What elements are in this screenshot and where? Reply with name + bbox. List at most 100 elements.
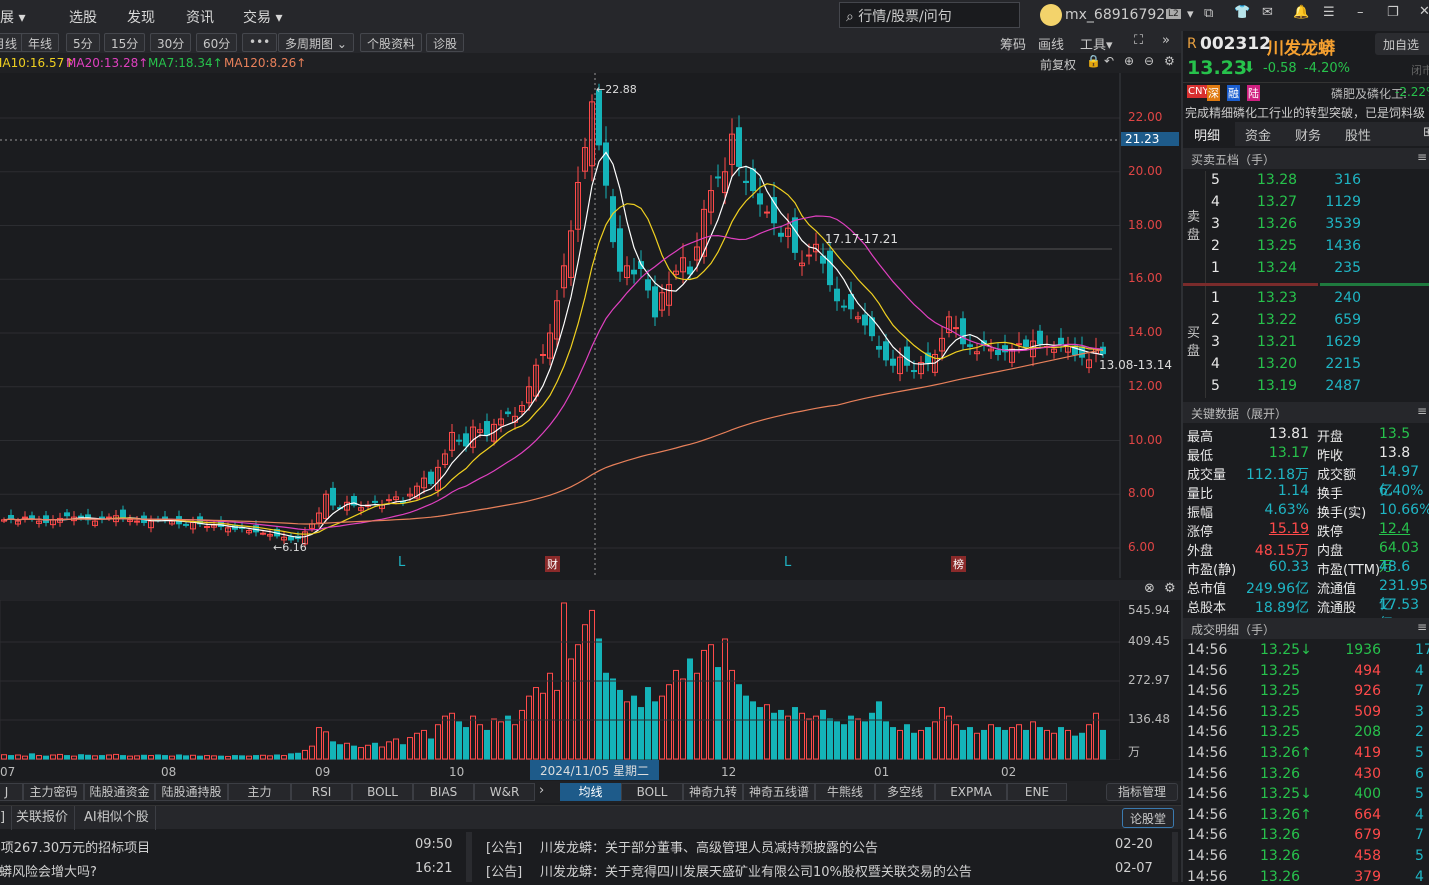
menu-extend[interactable]: 扩展 ▾ [0, 7, 25, 27]
indicator-tab[interactable]: 神奇九转 [683, 783, 743, 801]
keydata-title[interactable]: 关键数据（展开） [1191, 407, 1287, 421]
ask-price[interactable]: 13.24 [1257, 260, 1297, 276]
adjust-mode[interactable]: 前复权 [1040, 56, 1076, 73]
ask-price[interactable]: 13.26 [1257, 216, 1297, 232]
period-year[interactable]: 年线 [21, 33, 60, 52]
menu-icon[interactable]: ≡ [1417, 620, 1427, 634]
ask-price[interactable]: 13.28 [1257, 172, 1297, 188]
menu-icon[interactable]: ≡ [1417, 150, 1427, 164]
indicator-tab[interactable]: RSI [291, 783, 352, 801]
announcement-title[interactable]: 川发龙蟒：关于竞得四川发展天盛矿业有限公司10%股权暨关联交易的公告 [540, 861, 972, 880]
menu-news[interactable]: 资讯 [186, 7, 214, 27]
tab-finance[interactable]: 财务 [1295, 125, 1321, 144]
diagnose-button[interactable]: 诊股 [426, 33, 465, 52]
indicator-tab[interactable]: J [0, 783, 23, 801]
close-indicator-icon[interactable]: ⊗ [1144, 581, 1155, 596]
mail-icon[interactable]: ✉ [1262, 5, 1273, 20]
volume-bar [1051, 732, 1057, 760]
indicator-tab[interactable]: 陆股通资金 [84, 783, 155, 801]
ask-price[interactable]: 13.27 [1257, 194, 1297, 210]
search-input[interactable]: ⌕ 行情/股票/问句 [839, 2, 1020, 28]
indicator-tab[interactable]: 多空线 [875, 783, 935, 801]
list-icon[interactable]: ☰ [1323, 5, 1335, 20]
event-marker-l[interactable]: L [398, 555, 405, 570]
bid-price[interactable]: 13.20 [1257, 356, 1297, 372]
indicator-tab[interactable]: 主力 [228, 783, 291, 801]
event-marker-l[interactable]: L [784, 555, 791, 570]
volume-bar [540, 692, 546, 760]
menu-stock-pick[interactable]: 选股 [69, 7, 97, 27]
indicator-tab[interactable]: 陆股通持股 [155, 783, 228, 801]
zoom-in-icon[interactable]: ⊕ [1124, 54, 1134, 68]
period-60min[interactable]: 60分 [196, 33, 238, 52]
forum-button[interactable]: 论股堂 [1122, 808, 1175, 828]
draw-button[interactable]: 画线 [1038, 34, 1064, 53]
indicator-tab[interactable]: ENE [1007, 783, 1067, 801]
candle-down [645, 279, 651, 291]
announcement-tag: [公告] [486, 865, 523, 880]
more-periods-button[interactable]: ••• [242, 33, 278, 52]
user-dropdown-icon[interactable]: ▾ [1187, 7, 1194, 22]
volume-chart[interactable] [0, 600, 1120, 760]
bell-icon[interactable]: 🔔 [1293, 5, 1309, 20]
indicator-tab[interactable]: BIAS [413, 783, 474, 801]
lock-icon[interactable]: 🔒 [1086, 54, 1101, 68]
bid-price[interactable]: 13.23 [1257, 290, 1297, 306]
ask-price[interactable]: 13.25 [1257, 238, 1297, 254]
event-marker-finance[interactable]: 财 [545, 556, 560, 572]
more-tabs-icon[interactable]: ⊞ [1423, 125, 1429, 140]
stock-profile-button[interactable]: 个股资料 [360, 33, 423, 52]
period-30min[interactable]: 30分 [150, 33, 192, 52]
indicator-tab[interactable]: 牛熊线 [815, 783, 875, 801]
news-scrollbar[interactable] [466, 832, 472, 882]
period-15min[interactable]: 15分 [104, 33, 146, 52]
skin-icon[interactable]: 👕 [1234, 5, 1250, 20]
close-icon[interactable]: ✕ [1419, 4, 1429, 19]
menu-trade[interactable]: 交易 ▾ [243, 7, 282, 27]
info-tab-ai-similar[interactable]: AI相似个股 [78, 806, 156, 830]
indicator-tab[interactable]: 主力密码 [23, 783, 84, 801]
menu-icon[interactable]: ≡ [1417, 404, 1427, 418]
tab-detail[interactable]: 明细 [1183, 122, 1235, 146]
indicator-tab-ma[interactable]: 均线 [560, 783, 621, 801]
indicator-tab[interactable]: 神奇五线谱 [743, 783, 815, 801]
indicator-manage-button[interactable]: 指标管理 [1106, 783, 1178, 801]
restore-icon[interactable]: ❐ [1387, 5, 1399, 20]
period-5min[interactable]: 5分 [66, 33, 100, 52]
username[interactable]: mx_689167929 [1065, 7, 1174, 23]
indicator-tab[interactable]: W&R [474, 783, 535, 801]
collapse-icon[interactable]: » [1162, 33, 1170, 48]
indicator-tab[interactable]: BOLL [621, 783, 683, 801]
menu-discover[interactable]: 发现 [127, 7, 155, 27]
indicator-tab[interactable]: EXPMA [935, 783, 1007, 801]
add-watchlist-button[interactable]: 加自选 [1375, 33, 1429, 55]
bid-price[interactable]: 13.21 [1257, 334, 1297, 350]
tab-traits[interactable]: 股性 [1345, 125, 1371, 144]
month-tick: 02 [1001, 765, 1017, 779]
tools-dropdown[interactable]: 工具▾ [1080, 34, 1113, 53]
fullscreen-icon[interactable]: ⛶ [1134, 33, 1143, 48]
multi-period-dropdown[interactable]: 多周期图 ⌄ [278, 33, 354, 52]
chips-button[interactable]: 筹码 [1000, 34, 1026, 53]
event-marker-rank[interactable]: 榜 [951, 556, 966, 572]
popout-icon[interactable]: ⧉ [1204, 6, 1213, 21]
indicator-settings-icon[interactable]: ⚙ [1164, 581, 1176, 596]
undo-icon[interactable]: ↶ [1104, 54, 1114, 68]
indicator-tab[interactable]: BOLL [352, 783, 413, 801]
candlestick-chart[interactable] [0, 73, 1181, 578]
bid-price[interactable]: 13.19 [1257, 378, 1297, 394]
candle-down [995, 349, 1001, 355]
tab-funds[interactable]: 资金 [1245, 125, 1271, 144]
volume-bar [190, 754, 196, 760]
bid-price[interactable]: 13.22 [1257, 312, 1297, 328]
chevron-right-icon[interactable]: › [539, 783, 544, 798]
settings-icon[interactable]: ⚙ [1164, 54, 1175, 68]
announcement-title[interactable]: 川发龙蟒：关于部分董事、高级管理人员减持预披露的公告 [540, 837, 878, 856]
avatar[interactable] [1040, 4, 1062, 26]
news-title[interactable]: 龙蟒风险会增大吗? [0, 861, 97, 880]
info-tab-related-quotes[interactable]: 关联报价 [10, 806, 76, 830]
minimize-icon[interactable]: – [1357, 5, 1364, 20]
announcement-scrollbar[interactable] [1172, 832, 1178, 882]
news-title[interactable]: -项267.30万元的招标项目 [0, 837, 150, 856]
zoom-out-icon[interactable]: ⊖ [1144, 54, 1154, 68]
